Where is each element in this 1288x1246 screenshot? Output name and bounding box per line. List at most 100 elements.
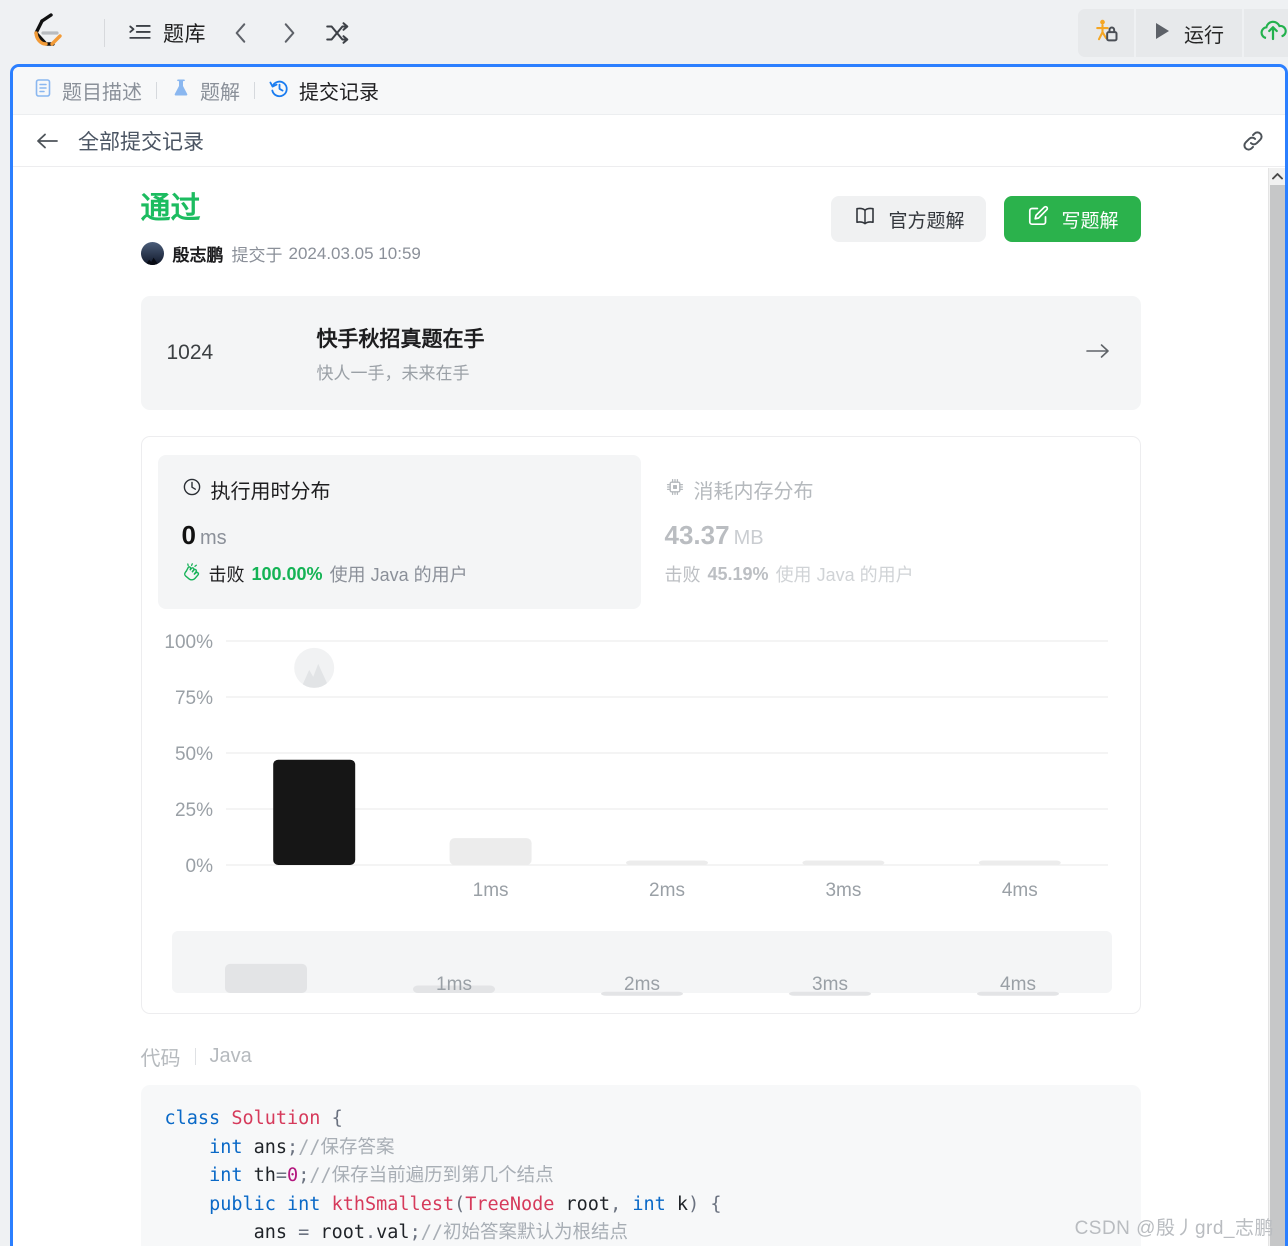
tab-description[interactable]: 题目描述: [33, 76, 142, 105]
arrow-left-icon[interactable]: [35, 130, 60, 152]
write-solution-button[interactable]: 写题解: [1004, 196, 1141, 242]
clap-hands-icon: [182, 562, 202, 587]
memory-unit: MB: [733, 527, 764, 549]
svg-text:50%: 50%: [174, 744, 212, 765]
pencil-square-icon: [1026, 204, 1050, 234]
link-icon[interactable]: [1239, 127, 1267, 155]
runtime-beat-percent: 100.00%: [251, 563, 323, 584]
submitted-at: 2024.03.05 10:59: [288, 243, 421, 263]
memory-header: 消耗内存分布: [665, 475, 1100, 504]
promo-text: 快手秋招真题在手 快人一手，未来在手: [317, 323, 485, 384]
promo-number: 1024: [166, 341, 214, 364]
runtime-unit: ms: [199, 527, 227, 549]
memory-beat-word: 击败: [664, 565, 701, 585]
history-icon: [269, 78, 290, 104]
code-block[interactable]: class Solution { int ans;//保存答案 int th=0…: [140, 1085, 1141, 1246]
svg-text:0%: 0%: [185, 856, 213, 877]
submission-content: 通过 殷志鹏 提交于 2024.03.05 10:59 官方题解 写题解 102…: [140, 168, 1141, 1246]
verdict-text: 通过: [140, 192, 201, 225]
run-with-lock-icon: [1092, 17, 1120, 50]
code-header-separator: [194, 1048, 196, 1065]
topbar-actions: 运行: [1078, 9, 1288, 57]
memory-title: 消耗内存分布: [693, 481, 814, 503]
tab-separator: [254, 82, 255, 99]
brush-svg: 1ms 2ms 3ms 4ms: [171, 931, 1112, 996]
tab-bar: 题目描述 题解 提交记录: [13, 67, 1285, 115]
shuffle-icon[interactable]: [324, 20, 350, 46]
submission-actions: 官方题解 写题解: [831, 192, 1141, 242]
memory-beat-row: 击败 45.19% 使用 Java 的用户: [665, 561, 1100, 587]
svg-text:1ms: 1ms: [472, 880, 508, 901]
book-icon: [853, 204, 877, 234]
clock-icon: [182, 477, 202, 503]
tab-description-label: 题目描述: [62, 82, 142, 104]
runtime-beat-row: 击败 100.00% 使用 Java 的用户: [182, 561, 617, 587]
runtime-title: 执行用时分布: [210, 481, 331, 503]
chevron-right-icon[interactable]: [276, 20, 302, 46]
arrow-right-icon[interactable]: [1083, 339, 1113, 368]
play-icon: [1150, 19, 1174, 48]
code-header: 代码 Java: [141, 1042, 1141, 1071]
chevron-up-icon[interactable]: [1269, 168, 1285, 185]
runtime-value-row: 0 ms: [182, 520, 617, 551]
sub-nav: 全部提交记录: [13, 115, 1285, 167]
promo-title: 快手秋招真题在手: [316, 327, 485, 351]
content-panel: 题目描述 题解 提交记录 全部提交记录 通过 殷志鹏 提交于 2024.03.0…: [10, 64, 1288, 1246]
runtime-distribution-chart[interactable]: 0% 25% 50% 75% 100% 1ms 2ms 3ms 4ms: [158, 627, 1124, 917]
topbar-divider: [104, 19, 105, 47]
submitter-name[interactable]: 殷志鹏: [173, 241, 224, 266]
debug-button[interactable]: [1078, 9, 1134, 57]
promo-subtitle: 快人一手，未来在手: [316, 363, 470, 383]
cloud-upload-icon: [1258, 17, 1288, 50]
stat-tab-runtime[interactable]: 执行用时分布 0 ms 击败 100.00% 使用 Java 的用户: [157, 455, 641, 609]
chip-icon: [665, 477, 685, 503]
svg-text:3ms: 3ms: [812, 974, 848, 995]
memory-value: 43.37: [664, 520, 730, 550]
svg-text:25%: 25%: [174, 800, 212, 821]
memory-beat-tail: 使用 Java 的用户: [775, 565, 914, 585]
official-solution-label: 官方题解: [888, 210, 965, 232]
svg-text:4ms: 4ms: [1001, 880, 1037, 901]
memory-value-row: 43.37 MB: [665, 520, 1100, 551]
tab-solutions-label: 题解: [200, 82, 240, 104]
stats-card: 执行用时分布 0 ms 击败 100.00% 使用 Java 的用户 消耗内存分…: [140, 436, 1141, 1014]
run-button[interactable]: 运行: [1136, 9, 1242, 57]
svg-text:1ms: 1ms: [436, 974, 472, 995]
run-button-label: 运行: [1184, 24, 1224, 47]
svg-text:4ms: 4ms: [1000, 974, 1036, 995]
stat-tab-memory[interactable]: 消耗内存分布 43.37 MB 击败 45.19% 使用 Java 的用户: [641, 455, 1124, 609]
sub-nav-title[interactable]: 全部提交记录: [78, 126, 204, 156]
svg-text:3ms: 3ms: [825, 880, 861, 901]
tab-submissions[interactable]: 提交记录: [269, 76, 379, 105]
code-text: class Solution { int ans;//保存答案 int th=0…: [164, 1108, 722, 1243]
flask-icon: [171, 78, 191, 103]
chevron-left-icon[interactable]: [228, 20, 254, 46]
code-language: Java: [209, 1045, 252, 1067]
avatar[interactable]: [140, 242, 164, 265]
svg-text:75%: 75%: [174, 688, 212, 709]
submitted-prefix: 提交于: [231, 246, 283, 265]
code-label: 代码: [140, 1048, 181, 1070]
watermark: CSDN @殷丿grd_志鹏: [1074, 1218, 1274, 1239]
submission-result: 通过 殷志鹏 提交于 2024.03.05 10:59 官方题解 写题解: [140, 192, 1141, 266]
svg-text:2ms: 2ms: [624, 974, 660, 995]
official-solution-button[interactable]: 官方题解: [831, 196, 987, 242]
chart-brush[interactable]: 1ms 2ms 3ms 4ms: [158, 923, 1124, 1001]
submission-body: 通过 殷志鹏 提交于 2024.03.05 10:59 官方题解 写题解 102…: [13, 168, 1285, 1246]
scrollbar-thumb[interactable]: [1270, 185, 1285, 1246]
write-solution-label: 写题解: [1061, 210, 1119, 232]
leetcode-logo[interactable]: [22, 13, 76, 53]
nav-problemset[interactable]: 题库: [127, 18, 206, 48]
top-bar: 题库 运行: [0, 0, 1288, 66]
document-icon: [33, 78, 53, 103]
svg-text:100%: 100%: [164, 632, 213, 653]
app-root: 题库 运行 题目描述 题解 提交记录 全部提交记录 通过 殷志鹏 提交于 202…: [0, 0, 1288, 1246]
promo-card[interactable]: 1024 快手秋招真题在手 快人一手，未来在手: [140, 296, 1141, 410]
tab-separator: [156, 82, 157, 99]
memory-beat-percent: 45.19%: [707, 563, 769, 584]
runtime-header: 执行用时分布: [182, 475, 617, 504]
tab-solutions[interactable]: 题解: [171, 76, 240, 105]
submit-button[interactable]: [1244, 9, 1288, 57]
vertical-scrollbar[interactable]: [1268, 168, 1285, 1246]
svg-text:2ms: 2ms: [649, 880, 685, 901]
